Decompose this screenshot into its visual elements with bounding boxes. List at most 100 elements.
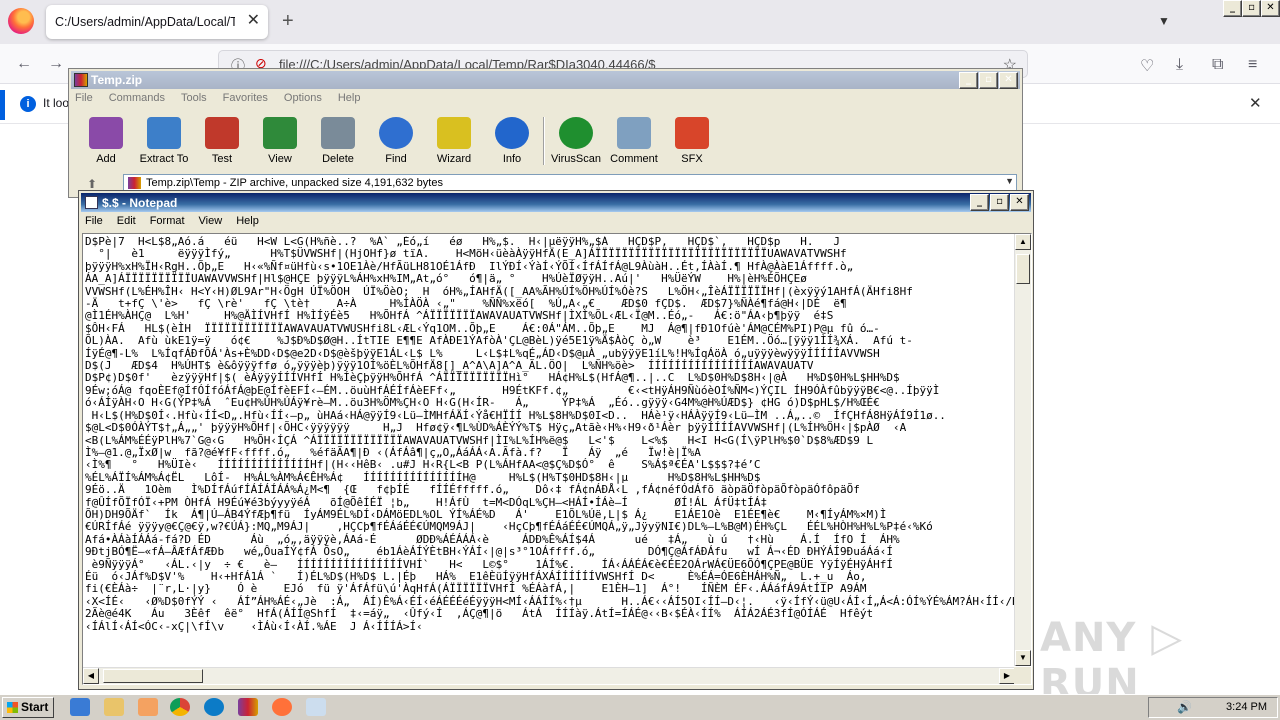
media-player-icon[interactable] [138,698,158,716]
notepad-taskbar-icon[interactable] [306,698,326,716]
info-icon: i [20,96,36,112]
close-button[interactable]: ✕ [1261,0,1280,17]
list-tabs-button[interactable]: ▼ [1158,14,1170,28]
notepad-title: $.$ - Notepad [102,196,178,210]
chevron-down-icon[interactable]: ▼ [1005,176,1014,186]
archive-icon [128,177,141,189]
pocket-icon[interactable]: ♡ [1140,56,1154,76]
extract-to-button[interactable]: Extract To [135,113,193,169]
menu-view[interactable]: View [199,215,223,227]
close-icon[interactable]: ✕ [247,12,260,30]
maximize-button[interactable]: ▫ [979,72,998,89]
resize-grip[interactable] [1014,667,1031,684]
scroll-down-icon[interactable]: ▼ [1015,650,1031,666]
winrar-icon [74,73,88,87]
menu-favorites[interactable]: Favorites [223,92,268,104]
winrar-title: Temp.zip [91,73,143,87]
notification-close-icon[interactable]: ✕ [1249,94,1262,112]
test-button[interactable]: Test [193,113,251,169]
winrar-toolbar: Add Extract To Test View Delete Find Wiz… [77,113,721,169]
comment-button[interactable]: Comment [605,113,663,169]
checklist-icon [205,117,239,149]
maximize-button[interactable]: ▫ [1242,0,1261,17]
menu-tools[interactable]: Tools [181,92,207,104]
back-icon[interactable]: ← [16,56,32,72]
winrar-caption-buttons: _ ▫ ✕ [959,72,1018,89]
clock[interactable]: 3:24 PM [1226,701,1267,713]
explorer-icon[interactable] [104,698,124,716]
archive-path-text: Temp.zip\Temp - ZIP archive, unpacked si… [146,177,443,189]
tab-title: C:/Users/admin/AppData/Local/Temp/Ra [55,15,235,29]
menu-icon[interactable]: ≡ [1248,56,1257,74]
minimize-button[interactable]: _ [959,72,978,89]
wizard-button[interactable]: Wizard [425,113,483,169]
delete-button[interactable]: Delete [309,113,367,169]
bug-icon [559,117,593,149]
notepad-window: $.$ - Notepad _ ▫ ✕ File Edit Format Vie… [78,190,1034,690]
add-button[interactable]: Add [77,113,135,169]
start-button[interactable]: Start [2,697,54,718]
maximize-button[interactable]: ▫ [990,194,1009,211]
browser-tabbar: C:/Users/admin/AppData/Local/Temp/Ra ✕ +… [0,0,1280,44]
horizontal-scrollbar[interactable]: ◀ ▶ [83,667,1015,684]
scroll-up-icon[interactable]: ▲ [1015,234,1031,250]
menu-help[interactable]: Help [236,215,259,227]
close-button[interactable]: ✕ [999,72,1018,89]
notification-text: It loo [43,96,70,110]
notepad-editor[interactable]: D$Pè|7 H<L$8„Aó.á éü H<W L<G(H%ñè..? %Á`… [82,233,1032,685]
notepad-icon [85,196,98,209]
find-button[interactable]: Find [367,113,425,169]
virusscan-button[interactable]: VirusScan [547,113,605,169]
magnifier-icon [379,117,413,149]
forward-icon[interactable]: → [48,56,64,72]
add-icon [89,117,123,149]
download-icon[interactable]: ⤓ [1176,56,1183,74]
trash-icon [321,117,355,149]
notepad-caption-buttons: _ ▫ ✕ [970,194,1029,211]
menu-file[interactable]: File [85,215,103,227]
info-button[interactable]: Info [483,113,541,169]
menu-options[interactable]: Options [284,92,322,104]
volume-icon[interactable]: 🔊 [1177,700,1192,714]
winrar-menubar: File Commands Tools Favorites Options He… [75,92,360,104]
scroll-left-icon[interactable]: ◀ [83,668,99,684]
extensions-icon[interactable]: ⧉ [1212,56,1223,74]
ie-icon[interactable] [70,698,90,716]
system-tray: 🔊 3:24 PM [1148,697,1278,718]
browser-caption-buttons: _ ▫ ✕ [1223,0,1280,17]
taskbar: Start 🔊 3:24 PM [0,694,1280,720]
wand-icon [437,117,471,149]
menu-file[interactable]: File [75,92,93,104]
notepad-titlebar[interactable]: $.$ - Notepad _ ▫ ✕ [81,193,1031,212]
vertical-scrollbar[interactable]: ▲ ▼ [1014,234,1031,666]
notification-accent [0,90,5,120]
edge-icon[interactable] [204,698,224,716]
sfx-button[interactable]: SFX [663,113,721,169]
chrome-icon[interactable] [170,698,190,716]
menu-edit[interactable]: Edit [117,215,136,227]
minimize-button[interactable]: _ [1223,0,1242,17]
editor-text[interactable]: D$Pè|7 H<L$8„Aó.á éü H<W L<G(H%ñè..? %Á`… [85,236,1015,666]
menu-format[interactable]: Format [150,215,185,227]
new-tab-button[interactable]: + [282,10,294,32]
firefox-icon[interactable] [8,8,34,34]
sfx-icon [675,117,709,149]
toolbar-separator [543,117,545,165]
scroll-thumb[interactable] [103,669,203,683]
folder-icon [147,117,181,149]
book-icon [263,117,297,149]
minimize-button[interactable]: _ [970,194,989,211]
firefox-taskbar-icon[interactable] [272,698,292,716]
up-arrow-icon[interactable]: ⬆ [87,177,97,191]
winrar-taskbar-icon[interactable] [238,698,258,716]
winrar-window: Temp.zip _ ▫ ✕ File Commands Tools Favor… [68,68,1023,198]
menu-commands[interactable]: Commands [109,92,165,104]
browser-tab[interactable]: C:/Users/admin/AppData/Local/Temp/Ra ✕ [46,5,268,39]
winrar-titlebar[interactable]: Temp.zip _ ▫ ✕ [71,71,1020,89]
scroll-thumb[interactable] [1016,254,1030,284]
info-icon [495,117,529,149]
close-button[interactable]: ✕ [1010,194,1029,211]
view-button[interactable]: View [251,113,309,169]
scroll-right-icon[interactable]: ▶ [999,668,1015,684]
menu-help[interactable]: Help [338,92,361,104]
